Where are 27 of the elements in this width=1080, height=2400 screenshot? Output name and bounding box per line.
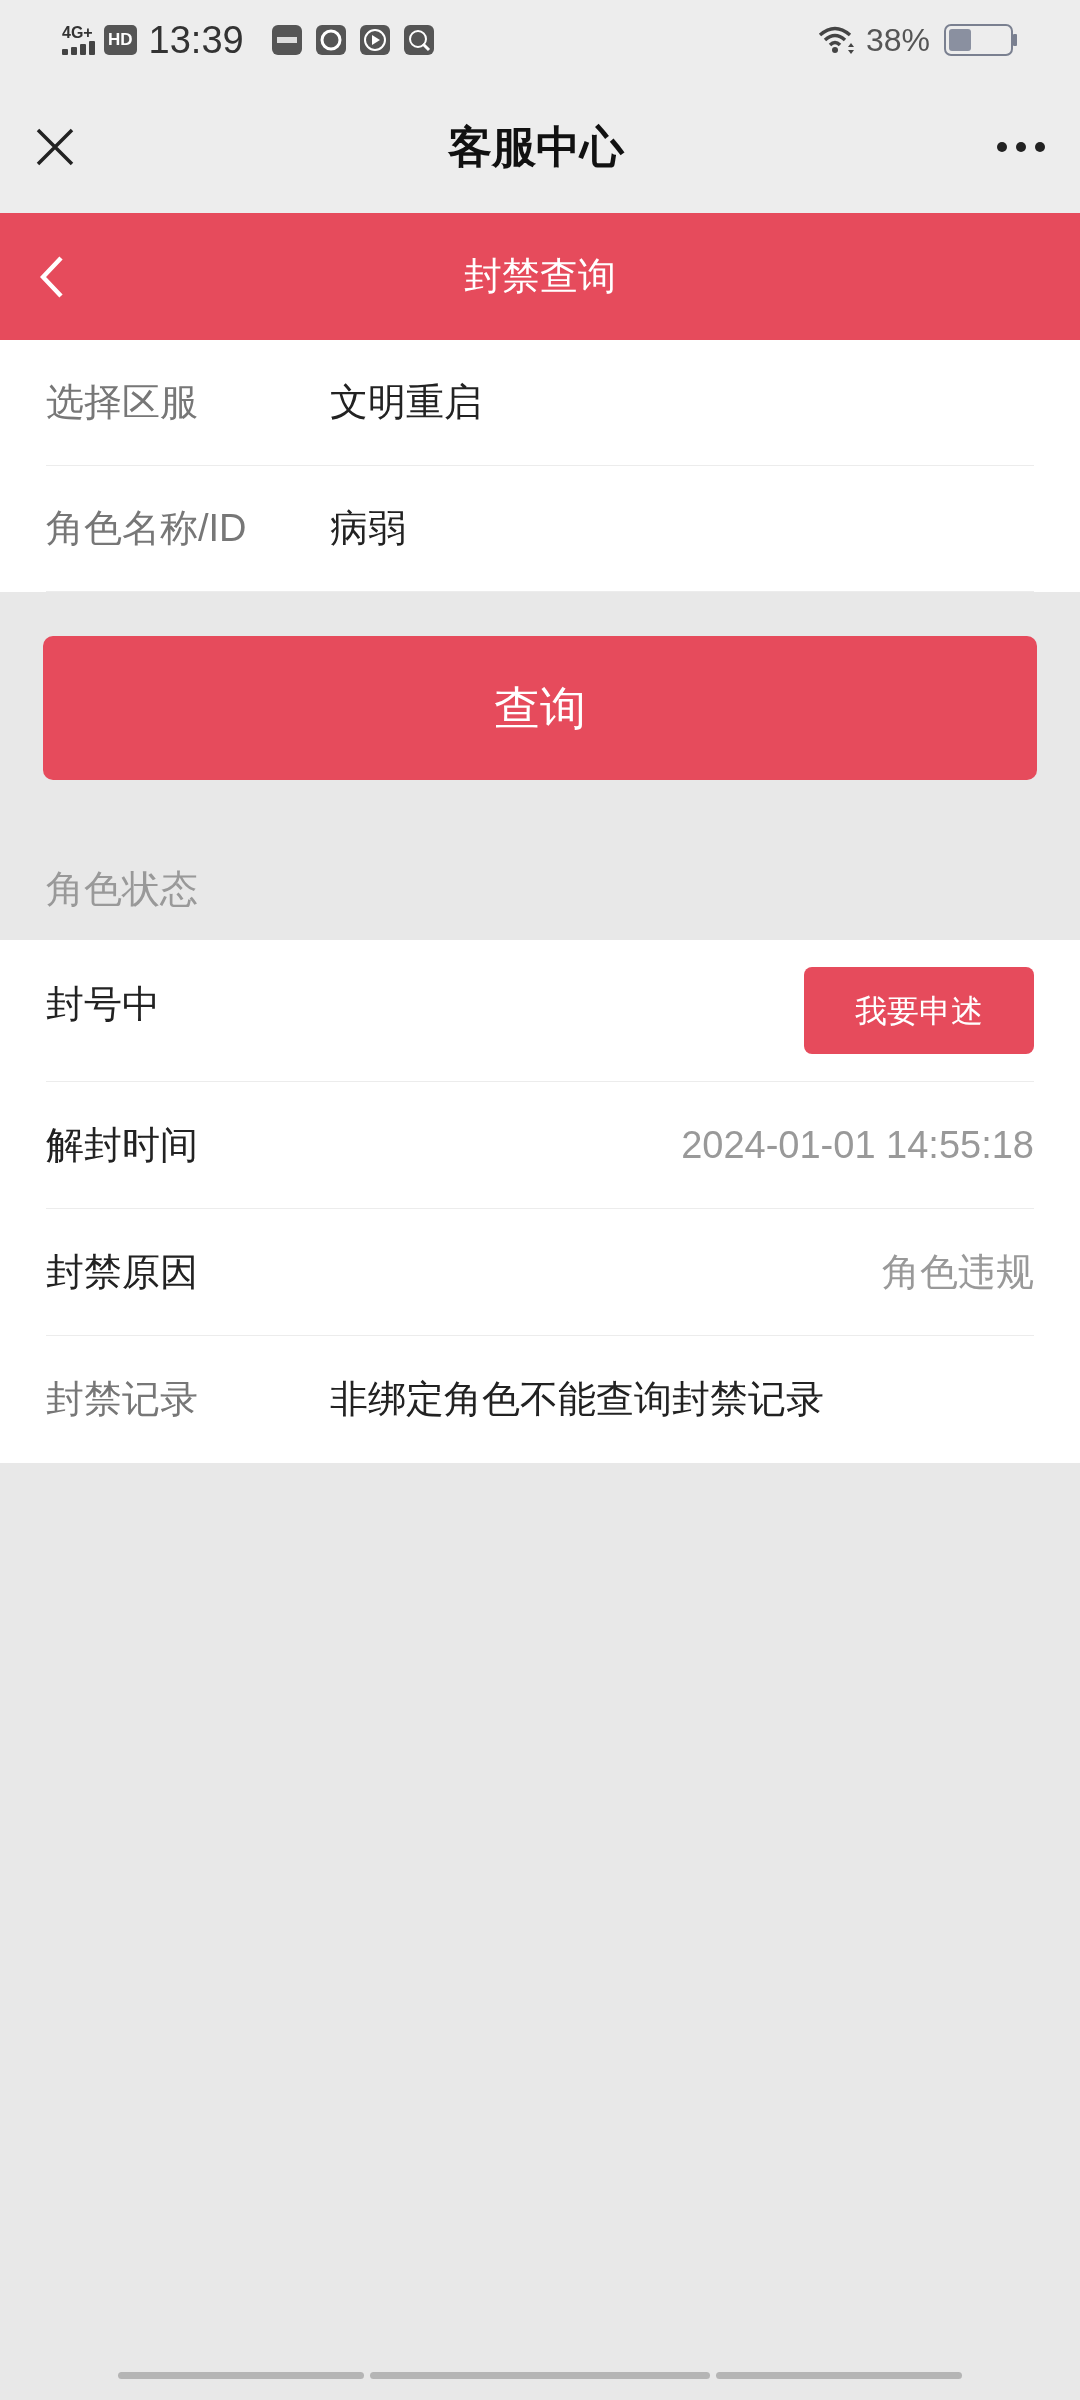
clock: 13:39 bbox=[148, 17, 244, 63]
appeal-button[interactable]: 我要申述 bbox=[804, 967, 1034, 1054]
wifi-icon bbox=[817, 25, 856, 55]
hd-badge: HD bbox=[104, 25, 137, 55]
field-label: 角色名称/ID bbox=[46, 506, 248, 551]
detail-label: 解封时间 bbox=[46, 1122, 198, 1168]
input-field[interactable]: 文明重启 bbox=[330, 374, 1034, 431]
search-icon bbox=[403, 25, 434, 55]
record-label: 封禁记录 bbox=[46, 1377, 199, 1422]
section-title: 角色状态 bbox=[46, 867, 198, 912]
input-field[interactable]: 病弱 bbox=[330, 500, 1034, 557]
window-title: 客服中心 bbox=[448, 120, 624, 173]
ban-status: 封号中 bbox=[46, 982, 160, 1027]
detail-label: 封禁原因 bbox=[46, 1249, 198, 1295]
detail-value: 角色违规 bbox=[882, 1249, 1034, 1295]
signal-icon bbox=[62, 41, 96, 55]
play-icon bbox=[359, 25, 390, 55]
more-button[interactable] bbox=[996, 140, 1046, 153]
battery-icon bbox=[944, 24, 1018, 56]
app-icon bbox=[271, 25, 302, 55]
battery-percent: 38% bbox=[865, 21, 930, 60]
page-title: 封禁查询 bbox=[464, 254, 616, 299]
field-label: 选择区服 bbox=[46, 380, 199, 425]
record-message: 非绑定角色不能查询封禁记录 bbox=[330, 1377, 824, 1422]
query-button[interactable]: 查询 bbox=[43, 636, 1037, 780]
network-type: 4G+ bbox=[62, 25, 93, 41]
detail-value: 2024-01-01 14:55:18 bbox=[681, 1122, 1034, 1168]
